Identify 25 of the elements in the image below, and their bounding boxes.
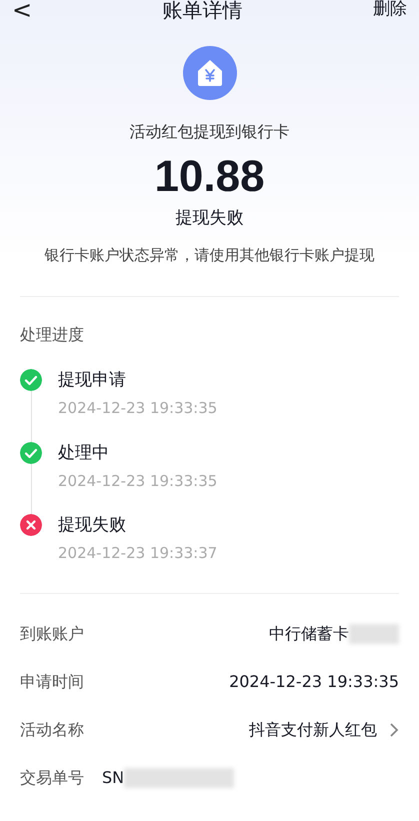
detail-label: 到账账户: [20, 622, 84, 644]
detail-label: 活动名称: [20, 718, 84, 740]
status-text: 提现失败: [176, 207, 244, 230]
step-label: 处理中: [58, 442, 110, 464]
detail-value: 中行储蓄卡: [269, 622, 349, 644]
step-time: 2024-12-23 19:33:35: [58, 398, 218, 419]
detail-value: SN: [102, 766, 124, 788]
page-title: 账单详情: [162, 0, 243, 24]
detail-label: 申请时间: [20, 670, 84, 692]
back-button[interactable]: <: [12, 0, 32, 22]
bill-subtitle: 活动红包提现到银行卡: [130, 121, 290, 143]
blurred-text: [349, 624, 399, 644]
step-time: 2024-12-23 19:33:37: [58, 543, 218, 564]
chevron-right-icon: [389, 722, 399, 738]
house-yen-icon: [182, 46, 236, 100]
step-label: 提现失败: [58, 514, 127, 536]
detail-value: 2024-12-23 19:33:35: [229, 670, 399, 692]
detail-value[interactable]: 抖音支付新人红包: [249, 718, 377, 742]
step-label: 提现申请: [58, 369, 127, 391]
status-message: 银行卡账户状态异常，请使用其他银行卡账户提现: [44, 244, 374, 266]
detail-label: 交易单号: [20, 766, 84, 788]
amount-text: 10.88: [154, 151, 265, 203]
delete-button[interactable]: 删除: [372, 0, 407, 23]
section-title: 处理进度: [20, 324, 85, 346]
step-time: 2024-12-23 19:33:35: [58, 470, 218, 492]
